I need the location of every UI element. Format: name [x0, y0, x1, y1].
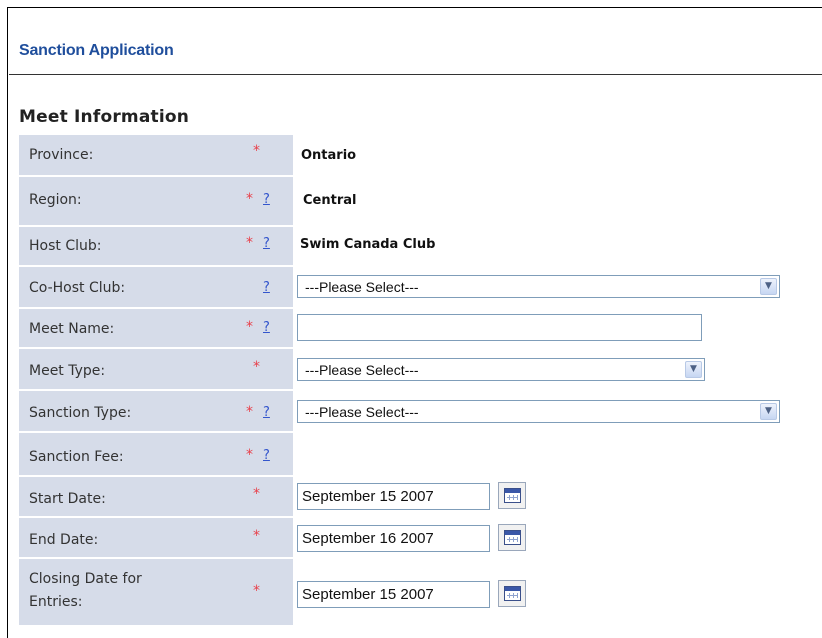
province-label: Province:: [29, 147, 94, 163]
sanction-type-help-link[interactable]: ?: [263, 402, 270, 423]
co-host-club-label: Co-Host Club:: [29, 280, 126, 296]
region-label-cell: Region: * ?: [19, 177, 293, 225]
required-mark: *: [246, 191, 253, 207]
calendar-icon: [504, 488, 521, 503]
start-date-label-cell: Start Date: *: [19, 477, 293, 516]
co-host-club-help-link[interactable]: ?: [263, 277, 270, 298]
sanction-type-label: Sanction Type:: [29, 405, 132, 421]
host-club-row: Host Club: * ? Swim Canada Club: [19, 227, 819, 265]
end-date-label: End Date:: [29, 532, 99, 548]
province-row: Province: * Ontario: [19, 135, 819, 175]
meet-type-selected: ---Please Select---: [305, 362, 419, 378]
required-mark: *: [253, 583, 260, 599]
co-host-club-label-cell: Co-Host Club: ?: [19, 267, 293, 307]
province-value: Ontario: [301, 148, 357, 163]
start-date-calendar-button[interactable]: [498, 482, 526, 509]
meet-type-label-cell: Meet Type: *: [19, 349, 293, 389]
closing-date-label-line2: Entries:: [29, 594, 83, 610]
meet-name-help-link[interactable]: ?: [263, 317, 270, 338]
meet-type-row: Meet Type: * ---Please Select--- ▼: [19, 349, 819, 389]
calendar-icon: [504, 530, 521, 545]
region-value: Central: [303, 193, 357, 208]
start-date-input[interactable]: September 15 2007: [297, 483, 490, 510]
calendar-icon: [504, 586, 521, 601]
required-mark: *: [246, 235, 253, 251]
title-divider: [9, 74, 822, 75]
province-label-cell: Province: *: [19, 135, 293, 175]
sanction-fee-label-cell: Sanction Fee: * ?: [19, 433, 293, 475]
end-date-input[interactable]: September 16 2007: [297, 525, 490, 552]
end-date-row: End Date: * September 16 2007: [19, 518, 819, 557]
co-host-club-row: Co-Host Club: ? ---Please Select--- ▼: [19, 267, 819, 307]
section-title: Meet Information: [19, 107, 190, 127]
end-date-calendar-button[interactable]: [498, 524, 526, 551]
start-date-row: Start Date: * September 15 2007: [19, 477, 819, 516]
start-date-label: Start Date:: [29, 491, 106, 507]
meet-name-input[interactable]: [297, 314, 702, 341]
page-title: Sanction Application: [19, 42, 174, 59]
region-label: Region:: [29, 192, 82, 208]
host-club-label-cell: Host Club: * ?: [19, 227, 293, 265]
meet-name-label-cell: Meet Name: * ?: [19, 309, 293, 347]
region-help-link[interactable]: ?: [263, 189, 270, 210]
required-mark: *: [246, 404, 253, 420]
required-mark: *: [253, 359, 260, 375]
required-mark: *: [253, 486, 260, 502]
required-mark: *: [253, 528, 260, 544]
host-club-label: Host Club:: [29, 238, 102, 254]
sanction-type-row: Sanction Type: * ? ---Please Select--- ▼: [19, 391, 819, 431]
meet-type-label: Meet Type:: [29, 363, 106, 379]
chevron-down-icon[interactable]: ▼: [685, 361, 702, 378]
required-mark: *: [253, 143, 260, 159]
meet-name-label: Meet Name:: [29, 321, 115, 337]
closing-date-input[interactable]: September 15 2007: [297, 581, 490, 608]
sanction-fee-row: Sanction Fee: * ?: [19, 433, 819, 475]
chevron-down-icon[interactable]: ▼: [760, 278, 777, 295]
required-mark: *: [246, 319, 253, 335]
sanction-type-label-cell: Sanction Type: * ?: [19, 391, 293, 431]
sanction-type-selected: ---Please Select---: [305, 404, 419, 420]
sanction-type-select[interactable]: ---Please Select--- ▼: [297, 400, 780, 423]
co-host-club-selected: ---Please Select---: [305, 279, 419, 295]
host-club-help-link[interactable]: ?: [263, 233, 270, 254]
host-club-value: Swim Canada Club: [300, 237, 436, 252]
closing-date-calendar-button[interactable]: [498, 580, 526, 607]
closing-date-row: Closing Date for Entries: * September 15…: [19, 559, 819, 625]
closing-date-label-line1: Closing Date for: [29, 571, 142, 587]
region-row: Region: * ? Central: [19, 177, 819, 225]
meet-type-select[interactable]: ---Please Select--- ▼: [297, 358, 705, 381]
closing-date-label-cell: Closing Date for Entries: *: [19, 559, 293, 625]
chevron-down-icon[interactable]: ▼: [760, 403, 777, 420]
required-mark: *: [246, 447, 253, 463]
end-date-label-cell: End Date: *: [19, 518, 293, 557]
sanction-fee-help-link[interactable]: ?: [263, 445, 270, 466]
sanction-fee-label: Sanction Fee:: [29, 449, 124, 465]
meet-name-row: Meet Name: * ?: [19, 309, 819, 347]
co-host-club-select[interactable]: ---Please Select--- ▼: [297, 275, 780, 298]
